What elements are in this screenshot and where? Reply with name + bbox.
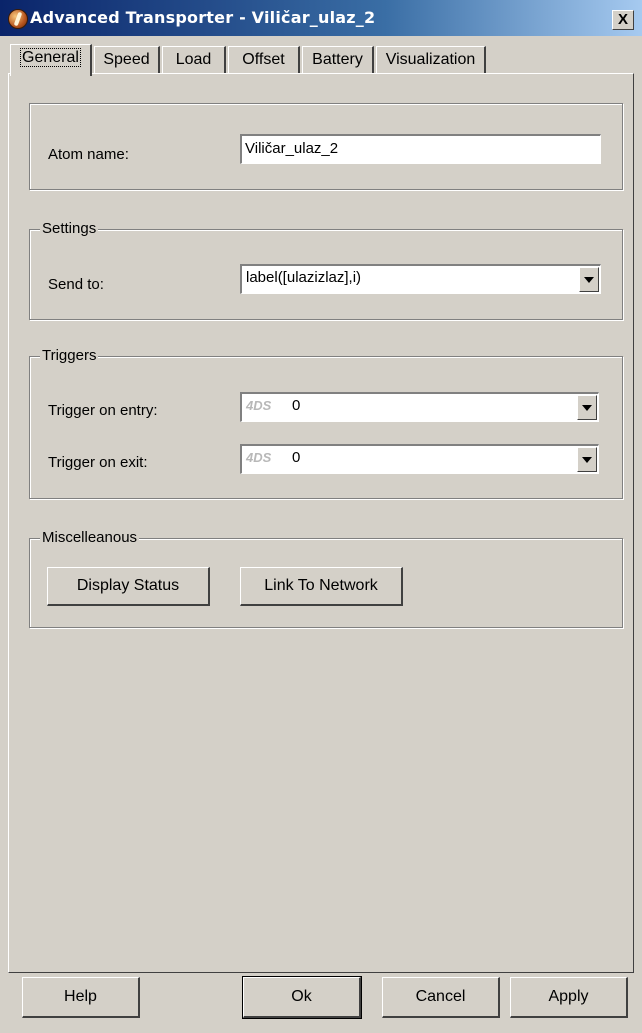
tab-label: Battery bbox=[312, 51, 363, 68]
apply-button[interactable]: Apply bbox=[510, 977, 628, 1018]
chevron-down-icon[interactable] bbox=[577, 447, 597, 472]
close-icon: X bbox=[617, 11, 628, 28]
atom-name-group: Atom name: Viličar_ulaz_2 bbox=[29, 103, 623, 190]
4ds-prefix: 4DS bbox=[246, 398, 272, 413]
send-to-value: label([ulazizlaz],i) bbox=[246, 269, 362, 286]
send-to-select[interactable]: label([ulazizlaz],i) bbox=[240, 264, 601, 294]
trigger-exit-value: 0 bbox=[292, 449, 301, 466]
settings-group: Settings Send to: label([ulazizlaz],i) bbox=[29, 220, 623, 320]
tab-label: General bbox=[20, 48, 81, 67]
dialog-window: Advanced Transporter - Viličar_ulaz_2 X … bbox=[0, 0, 642, 1033]
apply-label: Apply bbox=[548, 988, 589, 1005]
tab-offset[interactable]: Offset bbox=[228, 46, 300, 74]
chevron-down-icon[interactable] bbox=[579, 267, 599, 292]
tab-label: Offset bbox=[242, 51, 285, 68]
chevron-down-icon[interactable] bbox=[577, 395, 597, 420]
tab-visualization[interactable]: Visualization bbox=[376, 46, 486, 74]
trigger-exit-label: Trigger on exit: bbox=[48, 454, 148, 471]
help-button[interactable]: Help bbox=[22, 977, 140, 1018]
link-to-network-button[interactable]: Link To Network bbox=[240, 567, 403, 606]
misc-title: Miscelleanous bbox=[40, 529, 140, 547]
triggers-group: Triggers Trigger on entry: 4DS 0 Trigger… bbox=[29, 347, 623, 499]
link-to-network-label: Link To Network bbox=[264, 577, 378, 594]
triggers-title: Triggers bbox=[40, 347, 99, 365]
tab-general[interactable]: General bbox=[10, 44, 92, 76]
cancel-label: Cancel bbox=[415, 988, 466, 1005]
send-to-label: Send to: bbox=[48, 276, 104, 293]
atom-name-input[interactable]: Viličar_ulaz_2 bbox=[240, 134, 601, 164]
trigger-exit-select[interactable]: 4DS 0 bbox=[240, 444, 599, 474]
tab-label: Visualization bbox=[385, 51, 476, 68]
misc-group: Miscelleanous Display Status Link To Net… bbox=[29, 529, 623, 628]
cancel-button[interactable]: Cancel bbox=[382, 977, 500, 1018]
trigger-entry-label: Trigger on entry: bbox=[48, 402, 158, 419]
display-status-label: Display Status bbox=[76, 577, 180, 594]
tab-label: Speed bbox=[103, 51, 150, 68]
trigger-entry-select[interactable]: 4DS 0 bbox=[240, 392, 599, 422]
4ds-prefix: 4DS bbox=[246, 450, 272, 465]
title-bar[interactable]: Advanced Transporter - Viličar_ulaz_2 X bbox=[0, 0, 642, 36]
help-label: Help bbox=[64, 988, 97, 1005]
atom-name-label: Atom name: bbox=[48, 146, 129, 163]
tab-speed[interactable]: Speed bbox=[94, 46, 160, 74]
ok-label: Ok bbox=[291, 988, 312, 1005]
settings-title: Settings bbox=[40, 220, 99, 238]
display-status-button[interactable]: Display Status bbox=[47, 567, 210, 606]
tab-label: Load bbox=[175, 51, 212, 68]
tab-battery[interactable]: Battery bbox=[302, 46, 374, 74]
window-title: Advanced Transporter - Viličar_ulaz_2 bbox=[30, 8, 376, 27]
app-icon bbox=[8, 9, 28, 29]
ok-button[interactable]: Ok bbox=[242, 976, 362, 1019]
trigger-entry-value: 0 bbox=[292, 397, 301, 414]
tab-page-general bbox=[8, 73, 634, 973]
tab-load[interactable]: Load bbox=[162, 46, 226, 74]
close-button[interactable]: X bbox=[612, 10, 634, 30]
